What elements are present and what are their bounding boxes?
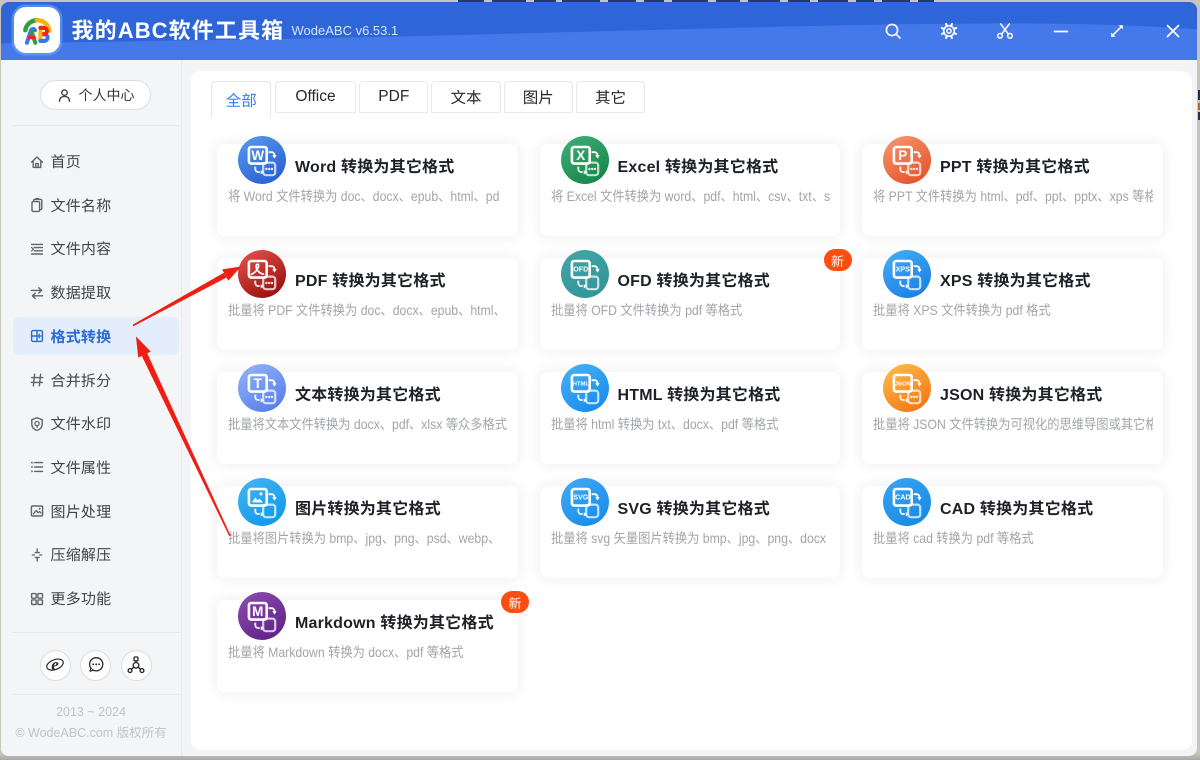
- svg-text:M: M: [252, 604, 263, 619]
- svg-text:OFD: OFD: [573, 265, 588, 274]
- svg-text:CAD: CAD: [895, 493, 911, 502]
- svg-text:P: P: [898, 148, 907, 163]
- svg-text:W: W: [251, 148, 264, 163]
- svg-text:T: T: [254, 376, 263, 391]
- svg-text:e: e: [51, 655, 59, 674]
- svg-text:X: X: [576, 148, 585, 163]
- svg-text:SVG: SVG: [573, 493, 589, 502]
- svg-text:HTML: HTML: [572, 382, 589, 388]
- svg-text:JSON: JSON: [895, 382, 911, 388]
- svg-text:XPS: XPS: [896, 265, 911, 274]
